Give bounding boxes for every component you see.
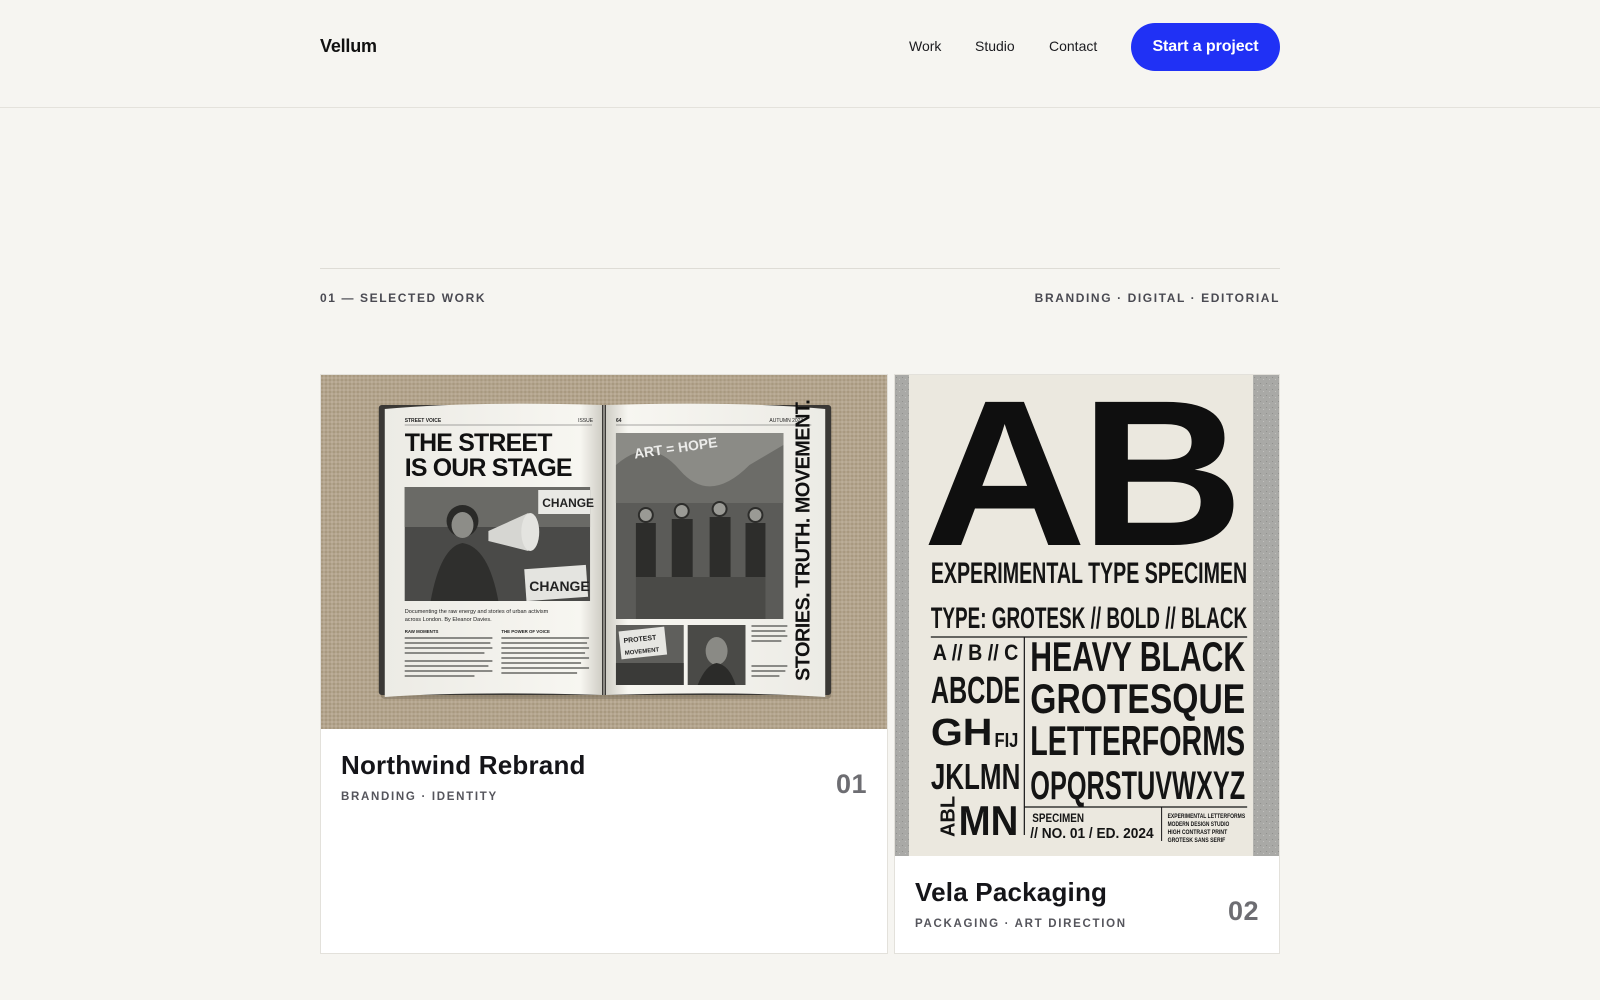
project-number: 01 <box>835 769 867 799</box>
project-image-type-specimen: AB EXPERIMENTAL TYPE SPECIMEN TYPE: GROT… <box>895 375 1279 856</box>
specimen-note-2: MODERN DESIGN STUDIO <box>1168 822 1230 828</box>
start-project-button[interactable]: Start a project <box>1131 23 1280 71</box>
project-tags: BRANDING · IDENTITY <box>341 791 498 803</box>
magazine-headline-2: IS OUR STAGE <box>405 454 572 482</box>
magazine-header-left: STREET VOICE <box>405 418 442 424</box>
main-nav: Work Studio Contact <box>0 38 1600 58</box>
specimen-edition: // NO. 01 / ED. 2024 <box>1030 825 1154 842</box>
specimen-small-3b: FIJ <box>994 730 1018 752</box>
specimen-note-1: EXPERIMENTAL LETTERFORMS <box>1168 814 1246 820</box>
vertical-headline: STORIES. TRUTH. MOVEMENT. <box>792 400 814 681</box>
specimen-small-4: JKLMN <box>931 757 1021 797</box>
section-categories: BRANDING · DIGITAL · EDITORIAL <box>1034 291 1280 305</box>
project-image-magazine: STREET VOICE ISSUE THE STREET IS OUR STA… <box>321 375 887 729</box>
project-tags: PACKAGING · ART DIRECTION <box>915 918 1127 930</box>
magazine-caption: Documenting the raw energy and stories o… <box>405 609 549 615</box>
specimen-big-4: OPQRSTUVWXYZ <box>1030 764 1245 808</box>
magazine-page-number: 64 <box>616 418 622 424</box>
specimen-small-2: ABCDE <box>931 670 1021 712</box>
site-header: Vellum Work Studio Contact Start a proje… <box>0 0 1600 108</box>
project-card-vela[interactable]: AB EXPERIMENTAL TYPE SPECIMEN TYPE: GROT… <box>894 374 1280 954</box>
project-card-northwind[interactable]: STREET VOICE ISSUE THE STREET IS OUR STA… <box>320 374 888 954</box>
photo-sign-1: CHANGE <box>542 496 594 510</box>
specimen-big-1: HEAVY BLACK <box>1030 633 1245 680</box>
project-number: 02 <box>1227 896 1259 926</box>
specimen-note-3: HIGH CONTRAST PRINT <box>1168 830 1228 836</box>
column-head-1: RAW MOMENTS <box>405 629 439 634</box>
specimen-note-4: GROTESK SANS SERIF <box>1168 838 1226 844</box>
magazine-headline-1: THE STREET <box>405 429 552 457</box>
section-divider <box>320 268 1280 269</box>
project-title[interactable]: Northwind Rebrand <box>341 750 586 781</box>
specimen-line-2: TYPE: GROTESK // BOLD // BLACK <box>931 602 1248 635</box>
nav-link-work[interactable]: Work <box>909 38 941 54</box>
nav-link-studio[interactable]: Studio <box>975 38 1015 54</box>
photo-sign-2: CHANGE <box>529 578 589 594</box>
specimen-big-2: GROTESQUE <box>1030 675 1245 722</box>
column-head-2: THE POWER OF VOICE <box>501 629 550 634</box>
specimen-small-5: ABL <box>938 796 960 837</box>
magazine-issue: ISSUE <box>578 418 594 424</box>
specimen-small-1: A // B // C <box>933 640 1019 665</box>
nav-link-contact[interactable]: Contact <box>1049 38 1097 54</box>
specimen-small-3: GH <box>931 712 993 754</box>
specimen-small-5b: MN <box>959 797 1019 844</box>
specimen-line-1: EXPERIMENTAL TYPE SPECIMEN <box>931 557 1247 590</box>
svg-text:across London. By Eleanor Davi: across London. By Eleanor Davies. <box>405 617 492 623</box>
section-label: 01 — SELECTED WORK <box>320 291 487 305</box>
specimen-label: SPECIMEN <box>1032 811 1084 825</box>
project-title[interactable]: Vela Packaging <box>915 877 1107 908</box>
specimen-big-3: LETTERFORMS <box>1030 717 1245 764</box>
